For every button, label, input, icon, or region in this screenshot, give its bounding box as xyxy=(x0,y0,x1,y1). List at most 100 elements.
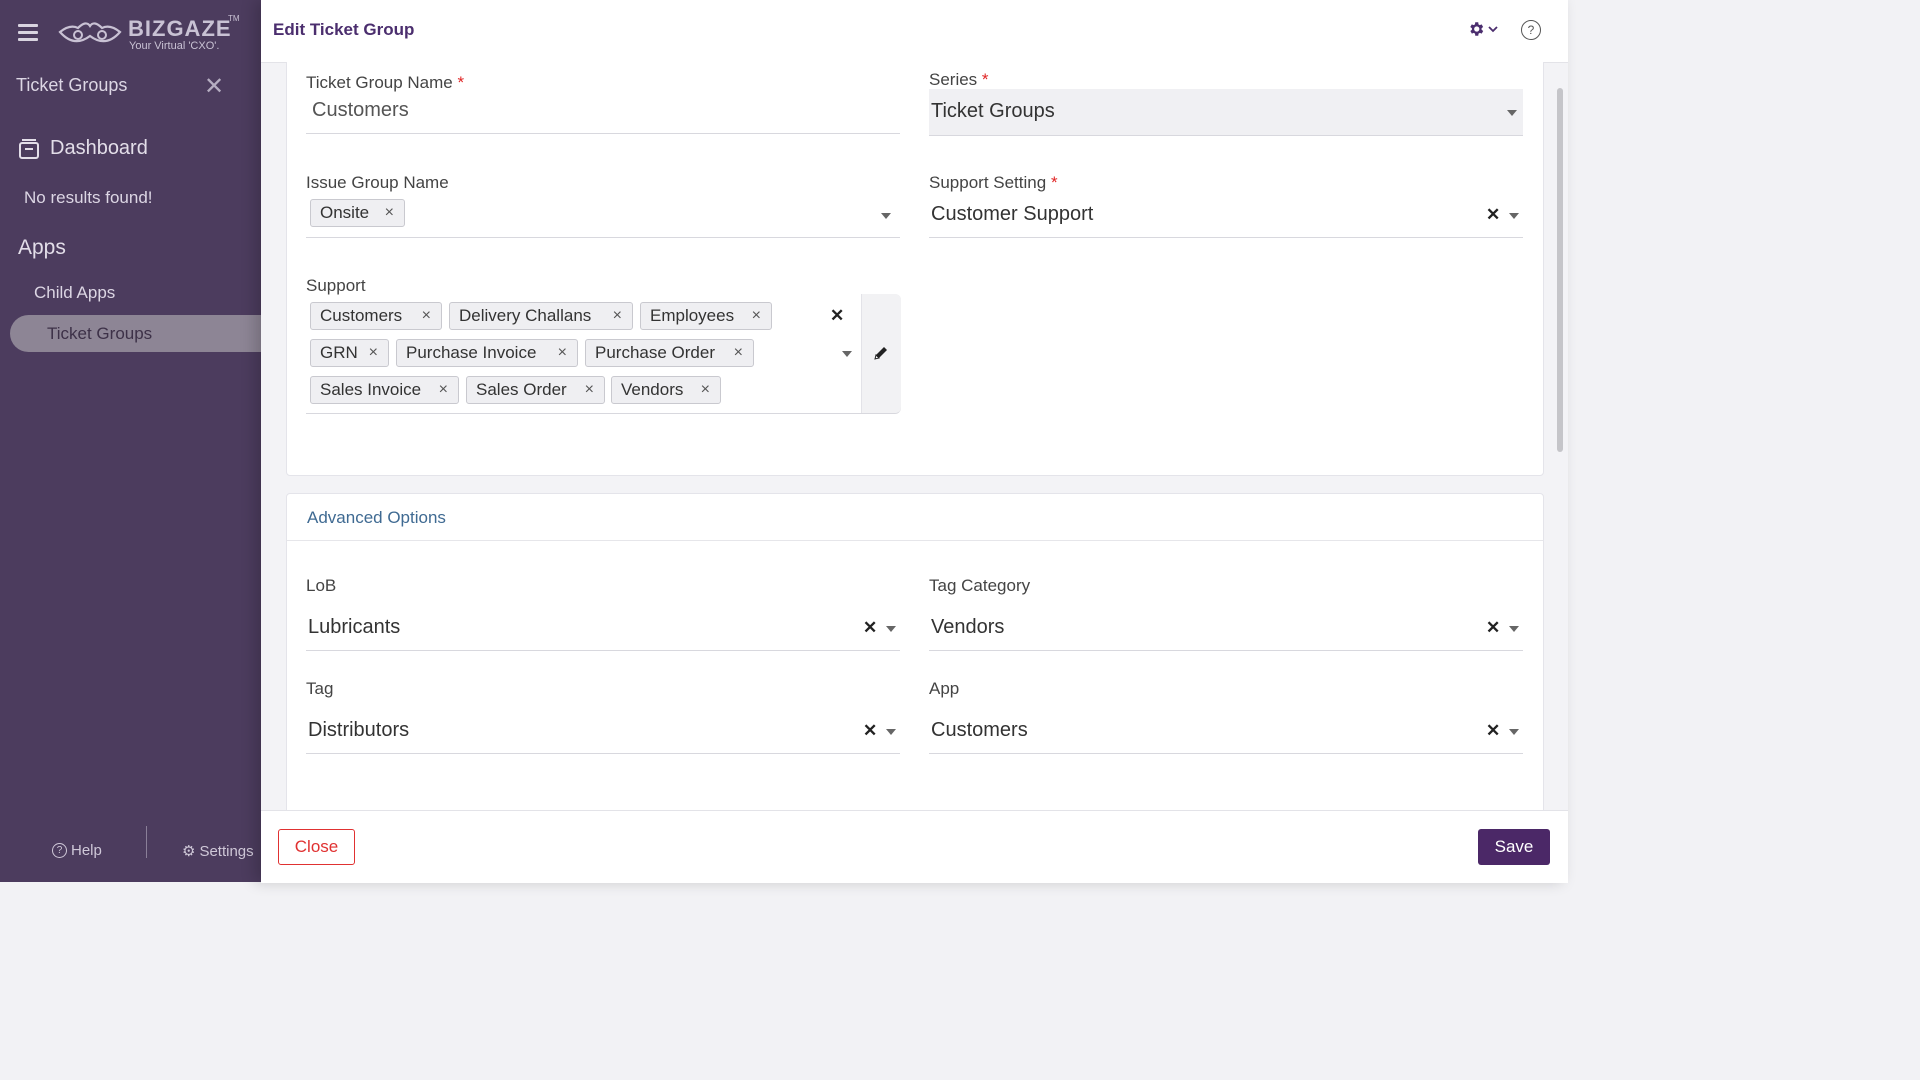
support-setting-select[interactable]: Customer Support ✕ xyxy=(929,193,1523,238)
app-label: App xyxy=(929,679,960,698)
sidebar: BIZGAZE TM Your Virtual 'CXO'. Ticket Gr… xyxy=(0,0,266,882)
settings-label: Settings xyxy=(199,842,254,860)
tag-category-label: Tag Category xyxy=(929,576,1031,595)
chip-label: Purchase Invoice xyxy=(406,343,537,362)
chip-employees: Employees × xyxy=(640,302,772,330)
issue-group-name-label: Issue Group Name xyxy=(306,173,449,192)
general-card: Ticket Group Name * Customers Series * T… xyxy=(286,62,1544,476)
help-circle-icon: ? xyxy=(52,843,67,858)
remove-chip-icon[interactable]: × xyxy=(752,307,761,325)
remove-chip-icon[interactable]: × xyxy=(369,344,378,362)
menu-icon[interactable] xyxy=(18,24,38,42)
advanced-options-card: Advanced Options LoB Lubricants ✕ Tag Ca… xyxy=(286,493,1544,810)
caret-down-icon[interactable] xyxy=(1509,729,1519,735)
brand-trademark: TM xyxy=(228,14,240,23)
gear-icon: ⚙ xyxy=(182,843,196,860)
brand-name: BIZGAZE xyxy=(128,16,232,41)
help-link[interactable]: ? Help xyxy=(52,842,102,859)
select-value: Distributors xyxy=(308,719,410,741)
sidebar-footer: ? Help ⚙ Settings xyxy=(0,822,261,882)
clear-icon[interactable]: ✕ xyxy=(1486,205,1500,225)
remove-chip-icon[interactable]: × xyxy=(701,381,710,399)
sidebar-item-label: Dashboard xyxy=(50,137,148,159)
remove-chip-icon[interactable]: × xyxy=(734,344,743,362)
sidebar-item-dashboard[interactable]: Dashboard xyxy=(18,137,148,160)
remove-chip-icon[interactable]: × xyxy=(422,307,431,325)
archive-icon xyxy=(19,138,39,159)
tag-select[interactable]: Distributors ✕ xyxy=(306,709,900,754)
owl-logo-icon xyxy=(58,22,122,43)
chip-label: Onsite xyxy=(320,203,370,222)
help-label: Help xyxy=(71,842,102,859)
page-title: Edit Ticket Group xyxy=(273,20,415,39)
chip-label: Customers xyxy=(320,306,403,325)
scrollbar[interactable] xyxy=(1557,88,1563,452)
brand-tagline: Your Virtual 'CXO'. xyxy=(129,40,220,52)
chip-customers: Customers × xyxy=(310,302,442,330)
chip-label: GRN xyxy=(320,343,358,362)
settings-link[interactable]: ⚙ Settings xyxy=(182,842,254,861)
chip-purchase-invoice: Purchase Invoice × xyxy=(396,339,578,367)
chip-label: Purchase Order xyxy=(595,343,715,362)
settings-dropdown[interactable] xyxy=(1467,20,1499,38)
select-value: Customer Support xyxy=(931,203,1094,225)
chip-onsite: Onsite × xyxy=(310,199,405,227)
help-icon[interactable]: ? xyxy=(1521,20,1541,40)
remove-chip-icon[interactable]: × xyxy=(439,381,448,399)
caret-down-icon[interactable] xyxy=(1509,626,1519,632)
clear-icon[interactable]: ✕ xyxy=(863,618,877,638)
advanced-options-header[interactable]: Advanced Options xyxy=(287,494,1543,541)
gear-icon xyxy=(1470,22,1484,36)
panel-footer: Close Save xyxy=(261,810,1568,883)
clear-all-icon[interactable]: ✕ xyxy=(830,306,844,326)
tag-label: Tag xyxy=(306,679,334,698)
chip-label: Sales Order xyxy=(476,380,567,399)
sidebar-item-ticket-groups[interactable]: Ticket Groups xyxy=(10,315,266,352)
apps-heading: Apps xyxy=(18,236,66,259)
select-value: Lubricants xyxy=(308,616,401,638)
remove-chip-icon[interactable]: × xyxy=(385,204,394,222)
save-button[interactable]: Save xyxy=(1478,829,1550,865)
close-icon[interactable]: ✕ xyxy=(204,72,224,101)
caret-down-icon[interactable] xyxy=(881,213,891,219)
label-text: Series xyxy=(929,70,978,89)
chip-label: Employees xyxy=(650,306,735,325)
lob-select[interactable]: Lubricants ✕ xyxy=(306,606,900,651)
support-setting-label: Support Setting * xyxy=(929,173,1058,193)
chip-sales-order: Sales Order × xyxy=(466,376,605,404)
form-scroll-area: Ticket Group Name * Customers Series * T… xyxy=(261,62,1568,810)
pencil-icon xyxy=(874,347,887,360)
remove-chip-icon[interactable]: × xyxy=(613,307,622,325)
chip-vendors: Vendors × xyxy=(611,376,721,404)
clear-icon[interactable]: ✕ xyxy=(1486,721,1500,741)
chip-purchase-order: Purchase Order × xyxy=(585,339,754,367)
caret-down-icon[interactable] xyxy=(1509,213,1519,219)
select-value: Ticket Groups xyxy=(931,100,1055,122)
clear-icon[interactable]: ✕ xyxy=(1486,618,1500,638)
ticket-group-name-input[interactable]: Customers xyxy=(306,89,900,134)
app-select[interactable]: Customers ✕ xyxy=(929,709,1523,754)
chip-label: Vendors xyxy=(621,380,684,399)
series-label: Series * xyxy=(929,70,989,90)
sidebar-item-child-apps[interactable]: Child Apps xyxy=(34,283,115,303)
caret-down-icon[interactable] xyxy=(886,729,896,735)
sidebar-panel-title: Ticket Groups xyxy=(16,75,128,95)
issue-group-name-select[interactable]: Onsite × xyxy=(306,193,900,238)
edit-panel: Edit Ticket Group ? Ticket Group Name * … xyxy=(261,0,1568,883)
required-mark: * xyxy=(1050,173,1058,192)
remove-chip-icon[interactable]: × xyxy=(558,344,567,362)
chip-label: Sales Invoice xyxy=(320,380,422,399)
caret-down-icon[interactable] xyxy=(1507,110,1517,116)
edit-support-button[interactable] xyxy=(861,294,901,413)
clear-icon[interactable]: ✕ xyxy=(863,721,877,741)
label-text: Support Setting xyxy=(929,173,1047,192)
caret-down-icon[interactable] xyxy=(842,351,852,357)
tag-category-select[interactable]: Vendors ✕ xyxy=(929,606,1523,651)
series-select[interactable]: Ticket Groups xyxy=(929,89,1523,136)
required-mark: * xyxy=(981,70,989,89)
brand-logo: BIZGAZE TM Your Virtual 'CXO'. xyxy=(58,14,248,56)
close-button[interactable]: Close xyxy=(278,829,355,865)
sidebar-item-label: Ticket Groups xyxy=(47,324,153,343)
caret-down-icon[interactable] xyxy=(886,626,896,632)
remove-chip-icon[interactable]: × xyxy=(585,381,594,399)
